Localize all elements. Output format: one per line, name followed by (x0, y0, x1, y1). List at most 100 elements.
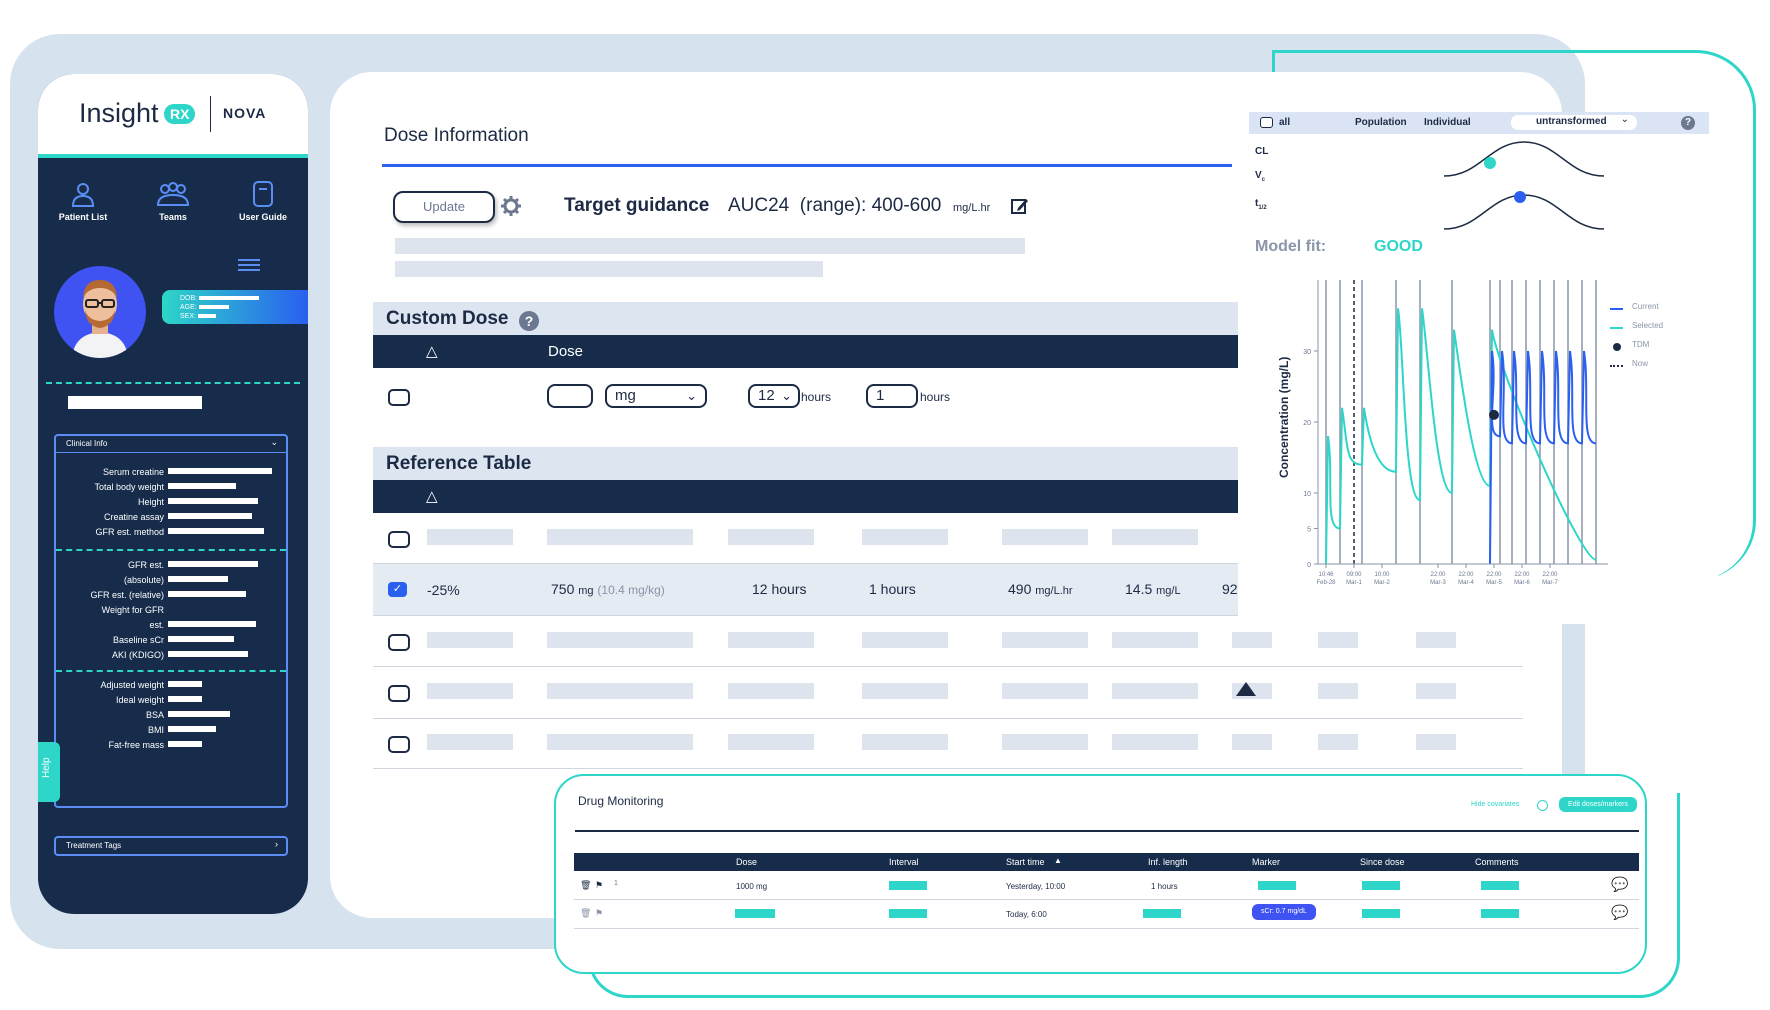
chart-ylabel: Concentration (mg/L) (1277, 356, 1291, 478)
thalf-marker[interactable] (1514, 191, 1526, 203)
logo-badge: RX (164, 104, 196, 124)
sort-ascending-icon[interactable]: ▲ (1054, 856, 1062, 865)
nav-teams[interactable]: Teams (128, 180, 218, 222)
row-index: 1 (614, 880, 618, 887)
page-title: Dose Information (384, 125, 529, 146)
cell-placeholder (889, 909, 927, 918)
cell-placeholder (1481, 881, 1519, 890)
trash-icon[interactable]: 🗑 (580, 880, 591, 891)
treatment-tags-toggle[interactable]: Treatment Tags › (54, 836, 288, 856)
all-checkbox[interactable] (1260, 117, 1273, 128)
clinical-row: (absolute) (58, 571, 229, 587)
cell-dose-unit: mg (578, 585, 594, 597)
clinical-info-header[interactable]: Clinical Info ⌄ (56, 436, 286, 453)
edit-doses-button[interactable]: Edit doses/markers (1559, 797, 1637, 812)
gear-icon[interactable] (500, 195, 522, 222)
cell-placeholder (427, 683, 513, 699)
row-checkbox[interactable] (388, 634, 410, 651)
clinical-row: BSA (58, 706, 231, 722)
infusion-value: 1 (876, 387, 885, 404)
row-checkbox[interactable] (388, 736, 410, 753)
nav-patient-list[interactable]: Patient List (38, 180, 128, 222)
toggle-icon[interactable] (1537, 800, 1548, 811)
checkmark-icon[interactable]: ✓ (388, 582, 407, 597)
param-thalf: t1/2 (1255, 198, 1267, 211)
cell-delta: -25% (427, 582, 460, 598)
edit-icon[interactable] (1011, 197, 1029, 220)
help-label: Help (41, 757, 52, 778)
column-header: Interval (889, 857, 919, 867)
x-tick-label-bottom: Feb-28 (1316, 580, 1336, 586)
cell-placeholder (1002, 529, 1088, 545)
text-placeholder (395, 238, 1025, 254)
dose-amount-input[interactable] (547, 384, 593, 408)
book-icon (253, 181, 273, 207)
marker-badge[interactable]: sCr: 0.7 mg/dL (1252, 904, 1316, 920)
x-tick-label-top: 22:00 (1542, 572, 1558, 578)
clinical-info-title: Clinical Info (66, 439, 108, 448)
legend-swatch (1613, 343, 1621, 351)
flag-icon[interactable]: ⚑ (595, 880, 603, 891)
title-underline (382, 164, 1232, 167)
chevron-down-icon: ⌄ (781, 388, 792, 403)
clinical-row: Baseline sCr (58, 631, 235, 647)
clinical-label: Fat-free mass (108, 740, 164, 750)
x-tick-label-top: 22:00 (1514, 572, 1530, 578)
clinical-label: GFR est. method (95, 527, 164, 537)
clinical-row: AKI (KDIGO) (58, 646, 249, 662)
flag-icon[interactable]: ⚑ (595, 908, 603, 919)
nav-user-guide[interactable]: User Guide (218, 180, 308, 222)
hide-covariates-link[interactable]: Hide covariates (1471, 801, 1519, 808)
cell-placeholder (1416, 683, 1456, 699)
comment-icon[interactable]: 💬 (1611, 904, 1628, 921)
triangle-up-icon (1236, 682, 1256, 696)
custom-dose-checkbox[interactable] (388, 389, 410, 406)
cell-start-time: Yesterday, 10:00 (1006, 882, 1066, 891)
cell-placeholder (728, 529, 814, 545)
nav-label: Patient List (58, 212, 108, 222)
infusion-input[interactable]: 1 (866, 384, 918, 408)
clinical-row: GFR est. (58, 556, 259, 572)
trash-icon[interactable]: 🗑 (580, 908, 591, 919)
comment-icon[interactable]: 💬 (1611, 876, 1628, 893)
update-button[interactable]: Update (393, 191, 495, 223)
menu-icon[interactable] (238, 258, 260, 276)
y-tick-label: 20 (1303, 420, 1311, 427)
row-checkbox[interactable] (388, 531, 410, 548)
cell-auc-unit: mg/L.hr (1035, 585, 1073, 597)
reference-table-title: Reference Table (386, 453, 532, 474)
chart-toolbar: all Population Individual untransformed … (1249, 112, 1709, 134)
column-header-dose: Dose (548, 343, 584, 360)
text-placeholder (395, 261, 823, 277)
avatar[interactable] (54, 266, 146, 358)
cl-marker[interactable] (1484, 157, 1496, 169)
row-checkbox[interactable] (388, 685, 410, 702)
interval-unit: hours (801, 390, 832, 404)
help-tab[interactable]: Help (38, 742, 60, 802)
cell-placeholder (1002, 683, 1088, 699)
help-circle-icon[interactable]: ? (1681, 116, 1695, 130)
toolbar-population[interactable]: Population (1355, 117, 1407, 128)
cell-placeholder (1318, 734, 1358, 750)
x-tick-label-bottom: Mar-2 (1374, 580, 1390, 586)
column-header-sortable[interactable]: Start time (1006, 857, 1045, 867)
current-curve (1489, 350, 1597, 565)
cell-dose: 750 mg (10.4 mg/kg) (551, 581, 665, 597)
clinical-row: est. (58, 616, 257, 632)
delta-icon: △ (426, 343, 438, 360)
logo-product: NOVA (223, 105, 267, 121)
legend-label: TDM (1632, 340, 1650, 349)
dose-unit-select[interactable]: mg ⌄ (605, 384, 707, 408)
interval-select[interactable]: 12 ⌄ (748, 384, 800, 408)
help-circle-icon[interactable]: ? (519, 311, 539, 331)
cell-placeholder (728, 683, 814, 699)
delta-icon: △ (426, 488, 438, 505)
cell-placeholder (1416, 734, 1456, 750)
cell-placeholder (862, 734, 948, 750)
cell-placeholder (735, 909, 775, 918)
clinical-row: Total body weight (58, 478, 237, 494)
logo-brand: Insight (79, 98, 159, 128)
cell-trough-value: 14.5 (1125, 581, 1153, 597)
toolbar-individual[interactable]: Individual (1424, 117, 1471, 128)
transform-select[interactable]: untransformed ⌄ (1511, 114, 1637, 130)
